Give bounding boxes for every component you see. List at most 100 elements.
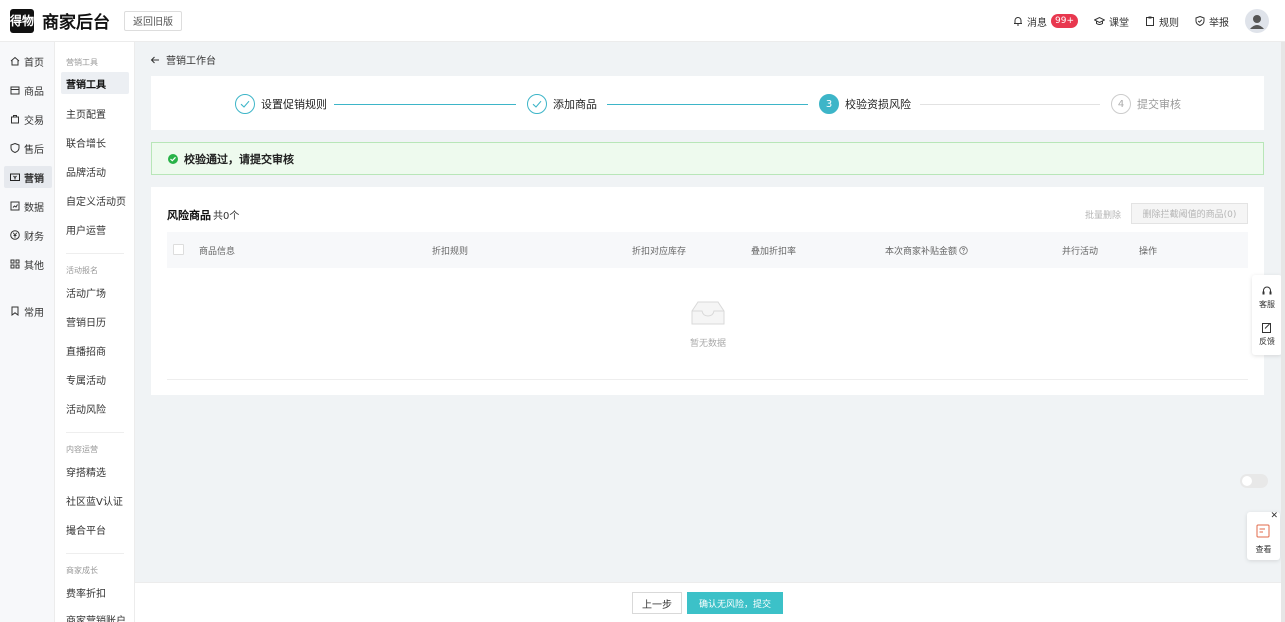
divider: [66, 432, 124, 433]
step-connector: [334, 104, 516, 105]
grid-icon: [10, 259, 20, 269]
bulk-delete-link[interactable]: 批量删除: [1085, 208, 1121, 221]
step-number: 3: [819, 94, 839, 114]
toggle-switch[interactable]: [1240, 474, 1268, 488]
sub-item-exclusive-activity[interactable]: 专属活动: [61, 368, 129, 390]
shield-icon: [1195, 16, 1205, 26]
submit-button[interactable]: 确认无风险，提交: [687, 592, 783, 614]
clipboard-icon: [1146, 16, 1154, 26]
sub-item-activity-risk[interactable]: 活动风险: [61, 397, 129, 419]
sub-item-marketing-calendar[interactable]: 营销日历: [61, 310, 129, 332]
edit-icon: [1262, 323, 1271, 333]
rail-item-label: 其他: [24, 260, 44, 272]
delete-threshold-button[interactable]: 删除拦截阈值的商品(0): [1131, 203, 1248, 224]
sub-item-matching-platform[interactable]: 撮合平台: [61, 518, 129, 540]
steps-card: 设置促销规则 添加商品 3 校验资损风险 4 提交审核: [151, 76, 1264, 130]
sub-group-title: 商家成长: [66, 566, 98, 575]
rail-item-label: 数据: [24, 202, 44, 214]
customer-service-label: 客服: [1259, 300, 1275, 309]
bookmark-icon: [11, 306, 19, 316]
rail-item-label: 首页: [24, 57, 44, 69]
rail-item-finance[interactable]: 财务: [4, 224, 52, 246]
column-header: 商品信息: [199, 247, 236, 257]
sub-item-community-verify[interactable]: 社区蓝V认证: [61, 489, 129, 511]
sub-item-user-ops[interactable]: 用户运营: [61, 218, 129, 240]
messages-link[interactable]: 消息 99+: [1013, 14, 1078, 29]
sub-item-homepage-config[interactable]: 主页配置: [61, 102, 129, 124]
feedback-button[interactable]: 反馈: [1252, 322, 1282, 347]
bell-icon: [1014, 17, 1022, 26]
table-header: 商品信息 折扣规则 折扣对应库存 叠加折扣率 本次商家补贴金额 并行活动 操作: [167, 232, 1248, 268]
classroom-label: 课堂: [1109, 17, 1129, 29]
close-icon[interactable]: ✕: [1270, 511, 1278, 521]
view-label: 查看: [1255, 545, 1272, 554]
table-bottom-border: [167, 379, 1248, 380]
rail-item-favorites[interactable]: 常用: [4, 300, 52, 322]
step-2: 添加商品: [527, 94, 597, 114]
sub-item-outfit-picks[interactable]: 穿搭精选: [61, 460, 129, 482]
step-1: 设置促销规则: [235, 94, 327, 114]
column-header: 并行活动: [1062, 247, 1099, 257]
risk-count: 共0个: [213, 211, 240, 222]
old-version-button[interactable]: 返回旧版: [124, 10, 182, 31]
classroom-link[interactable]: 课堂: [1094, 14, 1129, 29]
sub-group-title: 内容运营: [66, 445, 98, 454]
report-link[interactable]: 举报: [1195, 14, 1229, 29]
report-label: 举报: [1209, 17, 1229, 29]
view-widget[interactable]: ✕ 查看: [1247, 511, 1280, 560]
headset-icon: [1262, 286, 1272, 295]
step-4: 4 提交审核: [1111, 94, 1181, 114]
column-header: 操作: [1139, 247, 1158, 257]
footer-bar: 上一步 确认无风险，提交: [135, 582, 1282, 622]
help-icon[interactable]: [959, 246, 968, 255]
risk-title: 风险商品 共0个: [167, 207, 239, 223]
column-header-subsidy: 本次商家补贴金额: [885, 244, 968, 257]
messages-badge: 99+: [1051, 14, 1078, 28]
breadcrumb[interactable]: 营销工作台: [150, 52, 216, 67]
sub-item-live-recruit[interactable]: 直播招商: [61, 339, 129, 361]
bag-icon: [11, 115, 19, 124]
sub-group-title: 营销工具: [66, 58, 98, 67]
step-3: 3 校验资损风险: [819, 94, 911, 114]
check-icon: [235, 94, 255, 114]
column-header: 叠加折扣率: [751, 247, 797, 257]
sub-item-marketing-account[interactable]: 商家营销账户: [61, 608, 129, 622]
user-avatar-icon: [1250, 15, 1264, 29]
sub-group-title: 活动报名: [66, 266, 98, 275]
sub-nav: 营销工具 营销工具 主页配置 联合增长 品牌活动 自定义活动页 用户运营 活动报…: [55, 42, 135, 622]
rail-item-label: 售后: [24, 144, 44, 156]
home-icon: [10, 56, 20, 66]
breadcrumb-label: 营销工作台: [166, 56, 216, 67]
prev-step-button[interactable]: 上一步: [632, 592, 682, 614]
feedback-label: 反馈: [1259, 337, 1275, 346]
rail-item-aftersale[interactable]: 售后: [4, 137, 52, 159]
sub-item-joint-growth[interactable]: 联合增长: [61, 131, 129, 153]
customer-service-button[interactable]: 客服: [1252, 285, 1282, 310]
rail-item-trade[interactable]: 交易: [4, 108, 52, 130]
chart-icon: [10, 201, 20, 211]
main-nav-rail: 首页 商品 交易 售后 营销 数据 财务 其他 常用: [0, 42, 55, 622]
sub-item-marketing-tools[interactable]: 营销工具: [61, 72, 129, 94]
sub-item-custom-page[interactable]: 自定义活动页: [61, 189, 129, 211]
rail-item-marketing[interactable]: 营销: [4, 166, 52, 188]
rail-item-data[interactable]: 数据: [4, 195, 52, 217]
check-icon: [527, 94, 547, 114]
select-all-checkbox[interactable]: [173, 244, 184, 255]
sub-item-brand-activity[interactable]: 品牌活动: [61, 160, 129, 182]
toggle-knob: [1242, 476, 1252, 486]
page-scrollbar[interactable]: [1281, 42, 1285, 622]
step-label: 校验资损风险: [845, 98, 911, 111]
avatar[interactable]: [1245, 9, 1269, 33]
rules-label: 规则: [1159, 17, 1179, 29]
rail-item-home[interactable]: 首页: [4, 50, 52, 72]
step-connector: [607, 104, 808, 105]
step-connector: [920, 104, 1100, 105]
sub-item-fee-discount[interactable]: 费率折扣: [61, 581, 129, 603]
rail-item-goods[interactable]: 商品: [4, 79, 52, 101]
column-header: 折扣对应库存: [632, 247, 687, 257]
success-alert: 校验通过，请提交审核: [151, 142, 1264, 175]
rail-item-other[interactable]: 其他: [4, 253, 52, 275]
header-actions: 消息 99+ 课堂 规则 举报: [1013, 0, 1269, 42]
sub-item-activity-square[interactable]: 活动广场: [61, 281, 129, 303]
rules-link[interactable]: 规则: [1145, 14, 1179, 29]
